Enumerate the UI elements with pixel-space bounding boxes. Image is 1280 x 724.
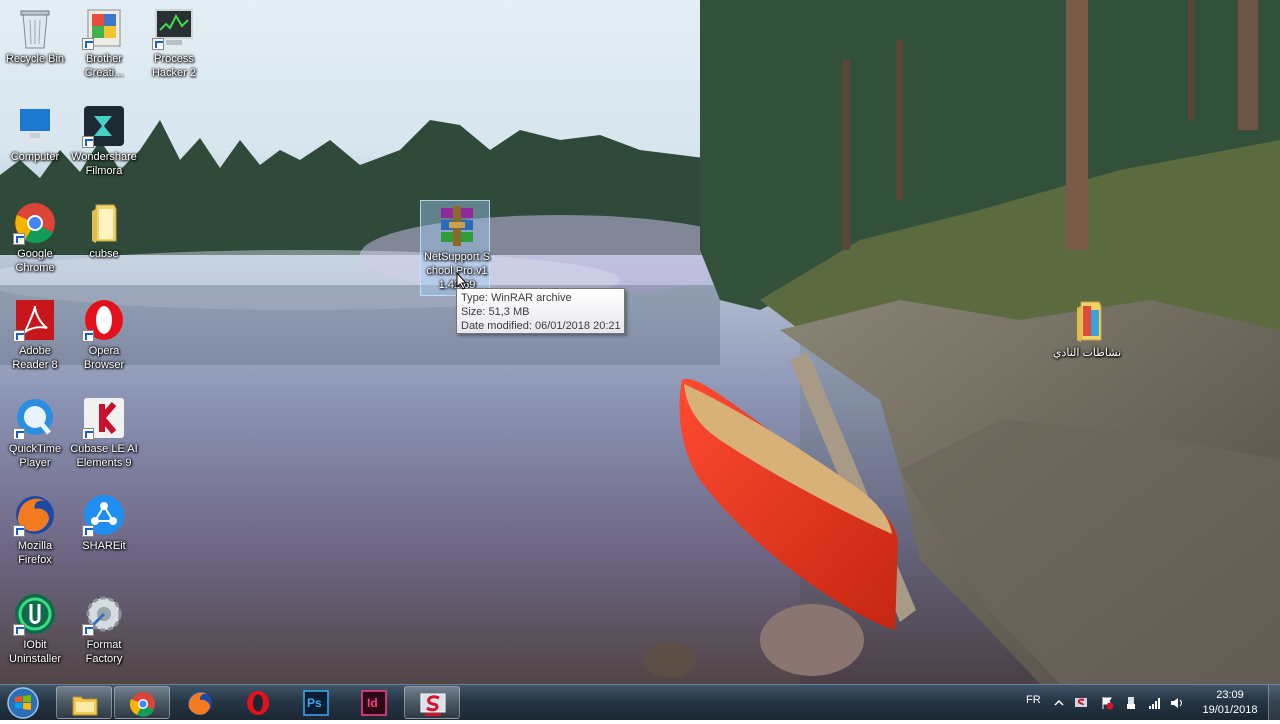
shortcut-arrow-icon xyxy=(13,330,25,342)
club-activities-folder[interactable]: نشاطات النادي xyxy=(1052,300,1122,360)
tooltip-type: Type: WinRAR archive xyxy=(461,292,572,304)
photoshop-label: Ps xyxy=(307,696,322,710)
taskbar-photoshop[interactable]: Ps xyxy=(288,686,344,719)
process-hacker-shortcut[interactable]: Process Hacker 2 xyxy=(139,6,209,80)
quicktime-shortcut[interactable]: QuickTime Player xyxy=(0,396,70,470)
brother-creative-icon xyxy=(82,6,126,50)
winrar-archive-icon xyxy=(435,204,479,248)
netsupport-tray-icon[interactable] xyxy=(1074,696,1088,710)
taskbar-indesign[interactable]: Id xyxy=(346,686,402,719)
iobit-uninstaller-icon xyxy=(13,592,57,636)
computer-shortcut[interactable]: Computer xyxy=(0,104,70,164)
network-signal-icon[interactable] xyxy=(1148,696,1162,710)
icon-label: Cubase LE AI Elements 9 xyxy=(70,443,138,469)
icon-label: Process Hacker 2 xyxy=(151,53,197,79)
recycle-bin-shortcut[interactable]: Recycle Bin xyxy=(0,6,70,66)
format-factory-icon xyxy=(82,592,126,636)
icon-label: Computer xyxy=(10,151,60,163)
icon-label: Recycle Bin xyxy=(5,53,65,65)
shortcut-arrow-icon xyxy=(13,233,25,245)
computer-icon xyxy=(13,104,57,148)
clock-time: 23:09 xyxy=(1216,689,1244,701)
quicktime-icon xyxy=(13,396,57,440)
desktop[interactable]: Recycle Bin Computer Google Chrome Adobe… xyxy=(0,0,1280,684)
firefox-icon xyxy=(188,691,212,715)
shortcut-arrow-icon xyxy=(82,525,94,537)
brother-creative-shortcut[interactable]: Brother Creati... xyxy=(69,6,139,80)
taskbar-firefox[interactable] xyxy=(172,686,228,719)
input-language-indicator[interactable]: FR xyxy=(1026,694,1041,706)
icon-label: Mozilla Firefox xyxy=(17,540,53,566)
shareit-shortcut[interactable]: SHAREit xyxy=(69,493,139,553)
adobe-reader-icon xyxy=(13,298,57,342)
shortcut-arrow-icon xyxy=(82,624,94,636)
taskbar-windows-explorer[interactable] xyxy=(56,686,112,719)
shortcut-arrow-icon xyxy=(82,136,94,148)
icon-label: SHAREit xyxy=(82,540,126,552)
netsupport-school-icon xyxy=(420,693,446,716)
start-button[interactable] xyxy=(6,687,40,719)
shortcut-arrow-icon xyxy=(13,624,25,636)
cubse-folder[interactable]: cubse xyxy=(69,201,139,261)
cubase-shortcut[interactable]: Cubase LE AI Elements 9 xyxy=(69,396,139,470)
icon-label: QuickTime Player xyxy=(8,443,62,469)
indesign-label: Id xyxy=(367,696,378,710)
filmora-icon xyxy=(82,104,126,148)
mouse-cursor-icon xyxy=(456,272,468,290)
adobe-reader-shortcut[interactable]: Adobe Reader 8 xyxy=(0,298,70,372)
file-info-tooltip: Type: WinRAR archive Size: 51,3 MB Date … xyxy=(456,288,625,334)
icon-label: Brother Creati... xyxy=(84,53,124,79)
usb-device-icon[interactable] xyxy=(1124,696,1138,710)
taskbar: Ps Id FR 23:09 19/01/2018 xyxy=(0,684,1280,720)
shortcut-arrow-icon xyxy=(82,38,94,50)
folder-icon xyxy=(82,201,126,245)
format-factory-shortcut[interactable]: Format Factory xyxy=(69,592,139,666)
wondershare-filmora-shortcut[interactable]: Wondershare Filmora xyxy=(69,104,139,178)
shortcut-arrow-icon xyxy=(13,525,25,537)
action-center-flag-icon[interactable] xyxy=(1100,696,1114,710)
opera-browser-shortcut[interactable]: Opera Browser xyxy=(69,298,139,372)
cubase-icon xyxy=(82,396,126,440)
tooltip-date-modified: Date modified: 06/01/2018 20:21 xyxy=(461,320,621,332)
folder-icon xyxy=(1065,300,1109,344)
tooltip-size: Size: 51,3 MB xyxy=(461,306,530,318)
show-desktop-button[interactable] xyxy=(1268,685,1280,720)
shortcut-arrow-icon xyxy=(82,428,94,440)
icon-label: Opera Browser xyxy=(83,345,125,371)
shareit-icon xyxy=(82,493,126,537)
clock-date: 19/01/2018 xyxy=(1202,704,1258,716)
taskbar-opera[interactable] xyxy=(230,686,286,719)
google-chrome-shortcut[interactable]: Google Chrome xyxy=(0,201,70,275)
volume-icon[interactable] xyxy=(1170,696,1184,710)
show-hidden-icons-icon[interactable] xyxy=(1052,696,1066,710)
shortcut-arrow-icon xyxy=(82,330,94,342)
chrome-icon xyxy=(13,201,57,245)
icon-label: نشاطات النادي xyxy=(1052,347,1122,359)
recycle-bin-icon xyxy=(13,6,57,50)
icon-label: IObit Uninstaller xyxy=(9,639,61,665)
mozilla-firefox-shortcut[interactable]: Mozilla Firefox xyxy=(0,493,70,567)
windows-logo-icon xyxy=(7,687,39,719)
shortcut-arrow-icon xyxy=(13,428,25,440)
shortcut-arrow-icon xyxy=(152,38,164,50)
taskbar-netsupport-school[interactable] xyxy=(404,686,460,719)
opera-icon xyxy=(82,298,126,342)
chrome-icon xyxy=(129,692,155,717)
icon-label: Google Chrome xyxy=(15,248,55,274)
process-hacker-icon xyxy=(152,6,196,50)
icon-label: Adobe Reader 8 xyxy=(12,345,58,371)
opera-icon xyxy=(247,691,269,715)
iobit-uninstaller-shortcut[interactable]: IObit Uninstaller xyxy=(0,592,70,666)
system-clock[interactable]: 23:09 19/01/2018 xyxy=(1194,688,1266,718)
taskbar-google-chrome[interactable] xyxy=(114,686,170,719)
icon-label: cubse xyxy=(89,248,119,260)
firefox-icon xyxy=(13,493,57,537)
folder-icon xyxy=(72,696,98,716)
icon-label: Format Factory xyxy=(85,639,123,665)
icon-label: Wondershare Filmora xyxy=(71,151,137,177)
